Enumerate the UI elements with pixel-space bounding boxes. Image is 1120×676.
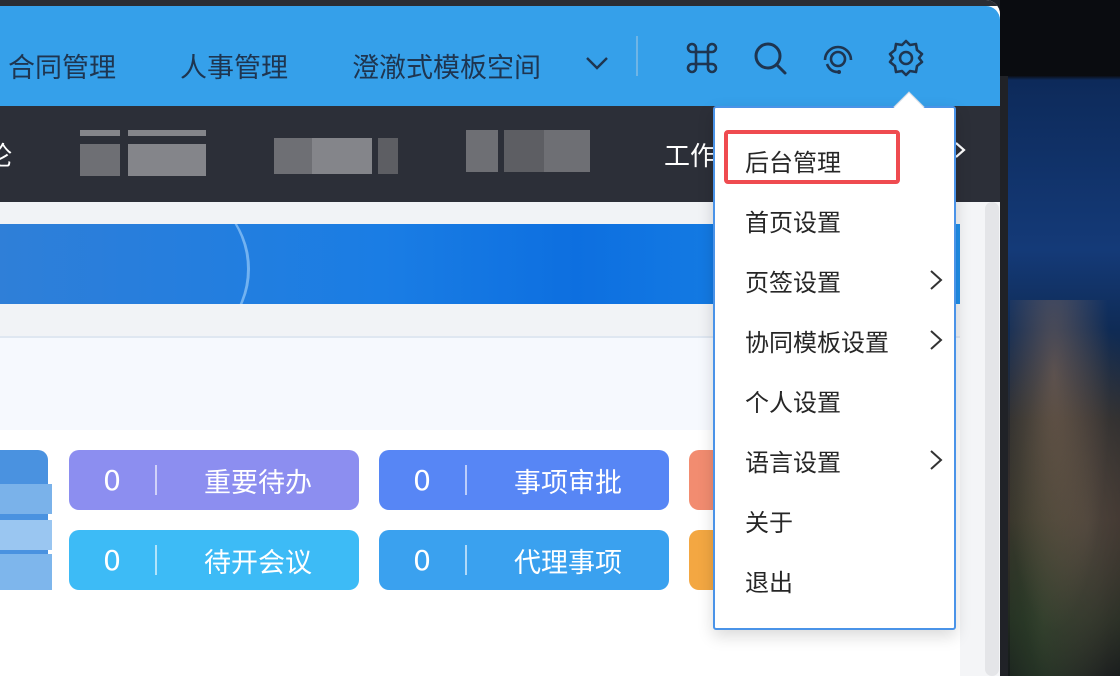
- menu-item-about[interactable]: 关于: [745, 500, 945, 540]
- chevron-right-icon: [930, 270, 943, 290]
- search-icon[interactable]: [750, 38, 790, 78]
- nav-template-space[interactable]: 澄澈式模板空间: [352, 46, 541, 85]
- stat-proxy-items[interactable]: 0 代理事项: [379, 530, 669, 590]
- nav-contract-management[interactable]: 合同管理: [8, 46, 116, 85]
- blurred-menu-item[interactable]: [378, 138, 398, 174]
- blurred-menu-item[interactable]: [128, 144, 206, 176]
- command-icon[interactable]: [682, 38, 722, 78]
- desktop-background: [1000, 0, 1120, 676]
- menu-item-language-settings[interactable]: 语言设置: [745, 440, 945, 480]
- menu-item-label: 个人设置: [745, 388, 841, 417]
- blurred-menu-item[interactable]: [544, 130, 590, 172]
- menu-item-label: 页签设置: [745, 268, 841, 297]
- blurred-menu-item[interactable]: [80, 130, 120, 136]
- menu-item-collab-template-settings[interactable]: 协同模板设置: [745, 320, 945, 360]
- stat-count: 0: [103, 463, 121, 497]
- menu-item-homepage-settings[interactable]: 首页设置: [745, 200, 945, 240]
- stat-count: 0: [413, 543, 431, 577]
- nav-hr-management[interactable]: 人事管理: [180, 46, 288, 85]
- stat-important-todo[interactable]: 0 重要待办: [69, 450, 359, 510]
- menu-item-label: 语言设置: [745, 448, 841, 477]
- menu-item-label: 协同模板设置: [745, 328, 889, 357]
- stat-item-approval[interactable]: 0 事项审批: [379, 450, 669, 510]
- subnav-item-workbench[interactable]: 工作: [664, 136, 716, 173]
- stat-label: 事项审批: [514, 467, 622, 499]
- desktop-top-strip: [1000, 0, 1120, 76]
- blurred-menu-item[interactable]: [312, 138, 372, 174]
- chevron-right-icon: [930, 450, 943, 470]
- blurred-menu-item[interactable]: [274, 138, 312, 174]
- stat-upcoming-meetings[interactable]: 0 待开会议: [69, 530, 359, 590]
- menu-item-personal-settings[interactable]: 个人设置: [745, 380, 945, 420]
- window-edge-shadow: [1000, 76, 1008, 676]
- toolbar-divider: [636, 36, 638, 76]
- gear-icon[interactable]: [886, 38, 926, 78]
- blurred-menu-item[interactable]: [80, 144, 120, 176]
- stat-count: 0: [103, 543, 121, 577]
- stat-count: 0: [413, 463, 431, 497]
- menu-item-tab-settings[interactable]: 页签设置: [745, 260, 945, 300]
- desktop-wallpaper-landscape: [1010, 300, 1120, 676]
- blurred-menu-item[interactable]: [504, 130, 544, 172]
- menu-item-label: 关于: [745, 508, 793, 537]
- menu-item-logout[interactable]: 退出: [745, 560, 945, 600]
- blurred-menu-item[interactable]: [128, 130, 206, 136]
- chevron-right-icon: [930, 330, 943, 350]
- stat-label: 重要待办: [204, 467, 312, 499]
- highlight-annotation-box: [724, 130, 900, 184]
- scrollbar-thumb[interactable]: [985, 202, 999, 676]
- blurred-menu-item[interactable]: [466, 130, 498, 172]
- blurred-stat-card[interactable]: [0, 450, 52, 590]
- stat-label: 待开会议: [204, 547, 312, 579]
- chevron-down-icon[interactable]: [584, 50, 610, 76]
- menu-item-label: 首页设置: [745, 208, 841, 237]
- settings-dropdown-menu: 后台管理 首页设置 页签设置 协同模板设置 个人设置 语言设置 关于 退出: [713, 106, 956, 630]
- menu-item-label: 退出: [745, 568, 793, 597]
- stat-label: 代理事项: [514, 547, 622, 579]
- support-icon[interactable]: [818, 38, 858, 78]
- subnav-item-partial[interactable]: 论: [0, 136, 12, 173]
